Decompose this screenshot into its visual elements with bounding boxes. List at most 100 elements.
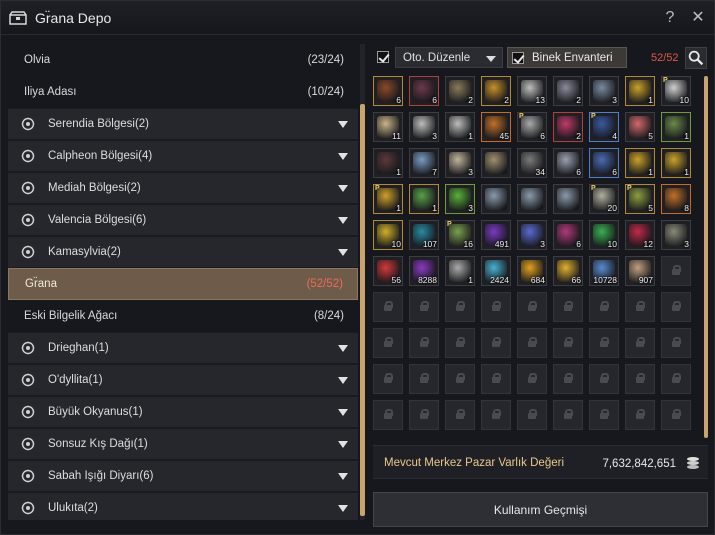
item-slot[interactable]: P 10 (661, 76, 691, 106)
storage-location-row[interactable]: Eski Bilgelik Ağacı (8/24) (8, 300, 358, 332)
item-slot[interactable]: 11 (373, 112, 403, 142)
storage-location-row[interactable]: Büyük Okyanus(1) (8, 396, 358, 428)
item-slot[interactable] (481, 184, 511, 214)
close-button[interactable]: ✕ (689, 9, 707, 27)
item-slot[interactable] (517, 184, 547, 214)
locked-slot[interactable] (373, 400, 403, 430)
item-slot[interactable]: 107 (409, 220, 439, 250)
expand-arrow-icon[interactable] (338, 121, 348, 128)
item-grid-scroll-thumb[interactable] (704, 76, 708, 438)
locked-slot[interactable] (625, 364, 655, 394)
expand-arrow-icon[interactable] (338, 345, 348, 352)
auto-sort-dropdown[interactable]: Oto. Düzenle (395, 47, 503, 68)
storage-location-row[interactable]: Iliya Adası (10/24) (8, 76, 358, 108)
location-list-scrollbar[interactable] (360, 44, 365, 520)
locked-slot[interactable] (661, 400, 691, 430)
locked-slot[interactable] (517, 292, 547, 322)
item-slot[interactable]: 10 (589, 220, 619, 250)
expand-arrow-icon[interactable] (338, 377, 348, 384)
item-slot[interactable]: 2 (481, 76, 511, 106)
help-button[interactable]: ? (661, 9, 679, 27)
expand-arrow-icon[interactable] (338, 217, 348, 224)
mount-inventory-toggle[interactable]: Binek Envanteri (507, 47, 627, 68)
expand-arrow-icon[interactable] (338, 409, 348, 416)
storage-location-row[interactable]: Ulukıta(2) (8, 492, 358, 520)
usage-history-button[interactable]: Kullanım Geçmişi (373, 492, 708, 527)
locked-slot[interactable] (409, 292, 439, 322)
storage-location-row[interactable]: Mediah Bölgesi(2) (8, 172, 358, 204)
item-slot[interactable]: 2424 (481, 256, 511, 286)
search-button[interactable] (685, 47, 707, 69)
item-slot[interactable]: 1 (373, 148, 403, 178)
item-slot[interactable]: 6 (409, 76, 439, 106)
item-slot[interactable]: P1 (373, 184, 403, 214)
item-slot[interactable]: 5 (625, 112, 655, 142)
locked-slot[interactable] (373, 328, 403, 358)
item-slot[interactable]: 34 (517, 148, 547, 178)
locked-slot[interactable] (661, 256, 691, 286)
item-slot[interactable]: 1 (661, 112, 691, 142)
item-slot[interactable]: 907 (625, 256, 655, 286)
item-slot[interactable]: 56 (373, 256, 403, 286)
storage-location-row[interactable]: Valencia Bölgesi(6) (8, 204, 358, 236)
locked-slot[interactable] (589, 400, 619, 430)
locked-slot[interactable] (481, 292, 511, 322)
expand-arrow-icon[interactable] (338, 249, 348, 256)
location-list-scroll-thumb[interactable] (360, 104, 365, 516)
locked-slot[interactable] (481, 400, 511, 430)
item-slot[interactable]: 3 (517, 220, 547, 250)
item-slot[interactable]: 10 (373, 220, 403, 250)
locked-slot[interactable] (589, 328, 619, 358)
item-slot[interactable]: 6 (373, 76, 403, 106)
locked-slot[interactable] (373, 364, 403, 394)
locked-slot[interactable] (517, 400, 547, 430)
item-slot[interactable]: 1 (445, 256, 475, 286)
locked-slot[interactable] (661, 328, 691, 358)
mount-inventory-checkbox[interactable] (512, 52, 524, 64)
locked-slot[interactable] (517, 364, 547, 394)
expand-arrow-icon[interactable] (338, 153, 348, 160)
locked-slot[interactable] (553, 364, 583, 394)
locked-slot[interactable] (553, 328, 583, 358)
item-grid-scrollbar[interactable] (704, 76, 708, 438)
locked-slot[interactable] (589, 364, 619, 394)
locked-slot[interactable] (625, 400, 655, 430)
locked-slot[interactable] (661, 292, 691, 322)
item-slot[interactable]: 8288 (409, 256, 439, 286)
locked-slot[interactable] (553, 400, 583, 430)
locked-slot[interactable] (409, 364, 439, 394)
item-slot[interactable]: 66 (553, 256, 583, 286)
item-slot[interactable]: 684 (517, 256, 547, 286)
item-slot[interactable]: 491 (481, 220, 511, 250)
item-slot[interactable]: P6 (517, 112, 547, 142)
auto-sort-checkbox[interactable] (377, 51, 389, 63)
locked-slot[interactable] (445, 328, 475, 358)
item-slot[interactable]: P 20 (589, 184, 619, 214)
item-slot[interactable]: 13 (517, 76, 547, 106)
locked-slot[interactable] (445, 364, 475, 394)
storage-location-row[interactable]: Gr̈ana (52/52) (8, 268, 358, 300)
storage-location-row[interactable]: Drieghan(1) (8, 332, 358, 364)
item-slot[interactable]: 6 (589, 148, 619, 178)
item-slot[interactable]: 1 (445, 112, 475, 142)
locked-slot[interactable] (625, 292, 655, 322)
item-slot[interactable]: 3 (445, 148, 475, 178)
locked-slot[interactable] (589, 292, 619, 322)
expand-arrow-icon[interactable] (338, 473, 348, 480)
storage-location-row[interactable]: O'dyllita(1) (8, 364, 358, 396)
locked-slot[interactable] (409, 400, 439, 430)
storage-location-row[interactable]: Sabah Işığı Diyarı(6) (8, 460, 358, 492)
locked-slot[interactable] (553, 292, 583, 322)
item-slot[interactable]: 45 (481, 112, 511, 142)
item-slot[interactable]: 2 (445, 76, 475, 106)
storage-location-row[interactable]: Calpheon Bölgesi(4) (8, 140, 358, 172)
locked-slot[interactable] (445, 292, 475, 322)
item-slot[interactable] (481, 148, 511, 178)
locked-slot[interactable] (661, 364, 691, 394)
item-slot[interactable]: 3 (589, 76, 619, 106)
item-slot[interactable]: 3 (445, 184, 475, 214)
storage-location-row[interactable]: Serendia Bölgesi(2) (8, 108, 358, 140)
item-slot[interactable] (553, 184, 583, 214)
item-slot[interactable]: 2 (553, 76, 583, 106)
locked-slot[interactable] (481, 364, 511, 394)
